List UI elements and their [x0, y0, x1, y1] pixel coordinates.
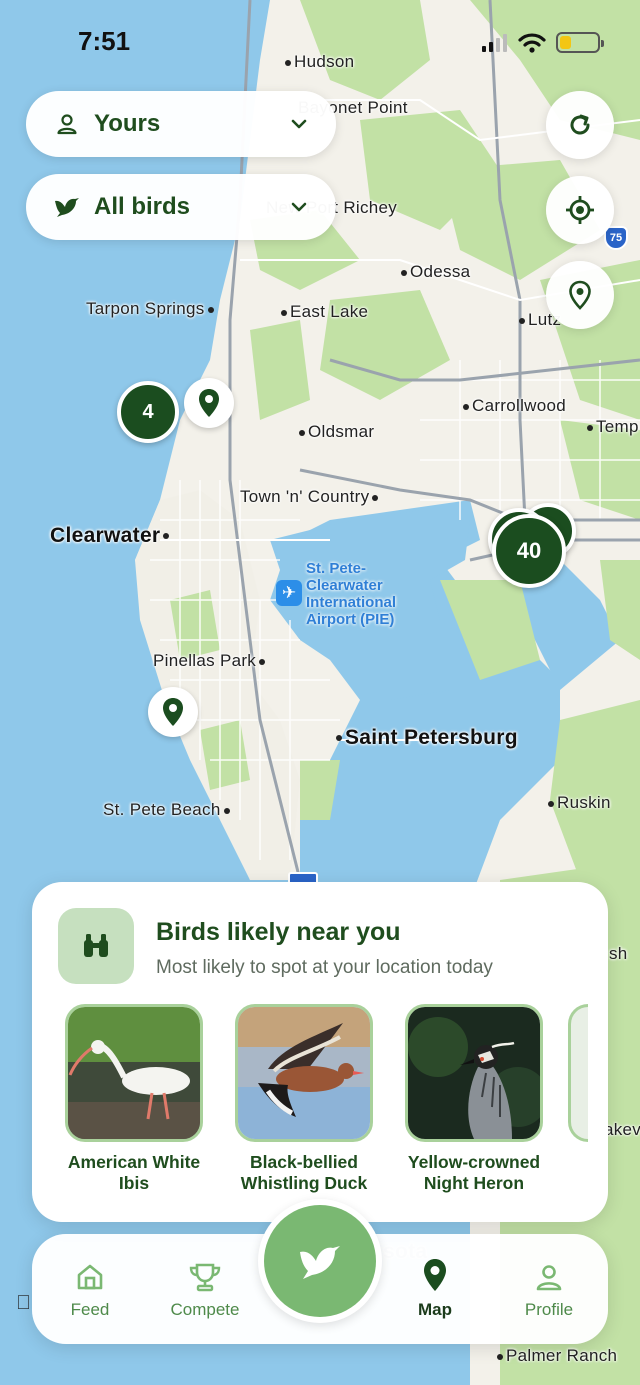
- species-dropdown-label: All birds: [94, 193, 191, 220]
- bird-photo: [568, 1004, 588, 1142]
- bird-photo: [405, 1004, 543, 1142]
- place-label: Pinellas Park: [153, 651, 268, 671]
- bird-card[interactable]: American White Ibis: [58, 1004, 210, 1194]
- place-label: Temp: [584, 417, 639, 437]
- bird-carousel[interactable]: American White Ibis Black-bellied Whistl…: [58, 1004, 588, 1194]
- apple-icon: : [16, 1292, 31, 1315]
- map-pin-icon: [199, 389, 219, 417]
- tab-label: Feed: [70, 1300, 110, 1319]
- sighting-pin[interactable]: [184, 378, 234, 428]
- place-label: Saint Petersburg: [333, 726, 518, 750]
- cellular-signal-icon: [482, 33, 507, 52]
- place-label: East Lake: [278, 302, 368, 322]
- bird-name: American White Ibis: [67, 1152, 201, 1193]
- bird-name: Yellow-crowned Night Heron: [407, 1152, 541, 1193]
- chevron-down-icon: [291, 119, 307, 129]
- airplane-icon: ✈: [276, 580, 302, 606]
- place-label: Ruskin: [545, 793, 611, 813]
- log-sighting-button[interactable]: [258, 1199, 382, 1323]
- tab-label: Map: [418, 1300, 452, 1319]
- chevron-down-icon: [291, 202, 307, 212]
- sighting-cluster[interactable]: 4: [117, 381, 179, 443]
- place-label: St. Pete Beach: [103, 800, 233, 820]
- tab-label: Profile: [524, 1300, 574, 1319]
- bird-photo: [235, 1004, 373, 1142]
- sighting-cluster[interactable]: 40: [492, 514, 566, 588]
- bird-name: Black-bellied Whistling Duck: [240, 1152, 368, 1193]
- tab-map[interactable]: Map: [390, 1258, 480, 1320]
- place-label: Oldsmar: [296, 422, 374, 442]
- bird-card[interactable]: Yellow-crowned Night Heron: [398, 1004, 550, 1194]
- place-label: Palmer Ranch: [494, 1346, 617, 1366]
- map-pin-icon: [163, 698, 183, 726]
- locate-me-button[interactable]: [546, 176, 614, 244]
- profile-icon: [536, 1265, 562, 1291]
- add-location-button[interactable]: [546, 261, 614, 329]
- card-title: Birds likely near you: [156, 918, 401, 946]
- bird-card-partial[interactable]: [568, 1004, 588, 1194]
- home-icon: [77, 1264, 103, 1290]
- bird-icon: [300, 1246, 340, 1279]
- wifi-icon: [518, 32, 546, 53]
- bird-photo: [65, 1004, 203, 1142]
- tab-label: Compete: [170, 1300, 240, 1319]
- species-dropdown[interactable]: All birds: [26, 174, 336, 240]
- battery-icon: [556, 32, 604, 53]
- scope-dropdown-label: Yours: [94, 110, 161, 137]
- person-icon: [54, 111, 80, 137]
- airport-label: ✈ St. Pete-Clearwater International Airp…: [276, 560, 426, 628]
- refresh-icon: [570, 114, 590, 135]
- bird-icon: [54, 194, 80, 220]
- trophy-icon: [189, 1263, 221, 1292]
- refresh-button[interactable]: [546, 91, 614, 159]
- place-label-partial: sh: [609, 944, 628, 963]
- card-subtitle: Most likely to spot at your location tod…: [156, 957, 493, 978]
- birds-near-you-card: Birds likely near you Most likely to spo…: [32, 882, 608, 1222]
- place-label: Hudson: [282, 52, 354, 72]
- status-icons: [482, 32, 604, 53]
- tab-profile[interactable]: Profile: [504, 1262, 594, 1320]
- location-pin-icon: [569, 280, 591, 310]
- status-time: 7:51: [78, 26, 131, 56]
- binoculars-icon: [58, 908, 134, 984]
- map-pin-icon: [424, 1259, 446, 1291]
- tab-compete[interactable]: Compete: [160, 1262, 250, 1320]
- place-label: Tarpon Springs: [86, 299, 217, 319]
- place-label: Clearwater: [50, 524, 172, 548]
- sighting-pin[interactable]: [148, 687, 198, 737]
- tab-feed[interactable]: Feed: [45, 1262, 135, 1320]
- place-label: Carrollwood: [460, 396, 566, 416]
- place-label: Odessa: [398, 262, 470, 282]
- place-label-partial: akev: [604, 1120, 640, 1139]
- locate-icon: [566, 196, 594, 224]
- bird-card[interactable]: Black-bellied Whistling Duck: [228, 1004, 380, 1194]
- scope-dropdown[interactable]: Yours: [26, 91, 336, 157]
- place-label: Town 'n' Country: [240, 487, 381, 507]
